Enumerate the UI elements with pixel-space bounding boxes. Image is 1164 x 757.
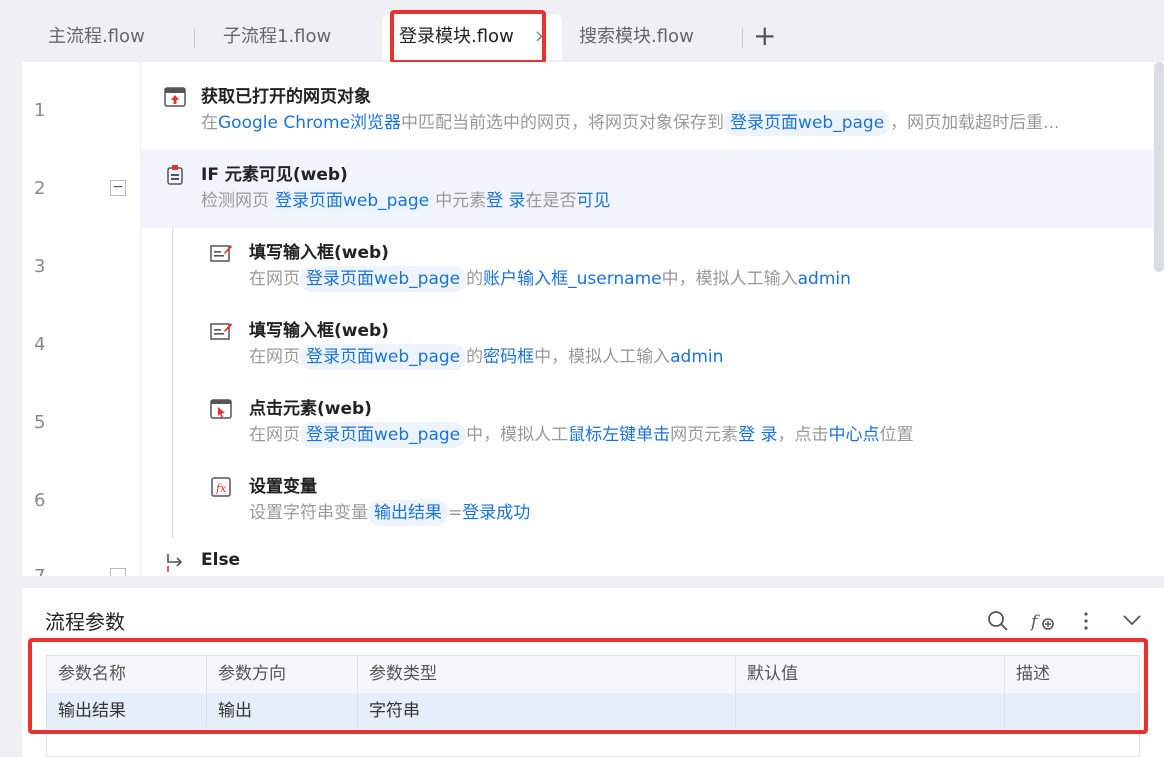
tab-label: 主流程.flow: [48, 26, 145, 47]
search-icon[interactable]: [987, 610, 1009, 632]
editor-scrollbar[interactable]: [1154, 62, 1164, 272]
param-default-cell[interactable]: [736, 693, 1005, 729]
variable-chip[interactable]: 输出结果: [368, 500, 448, 526]
column-header[interactable]: 参数方向: [207, 656, 358, 693]
step-click-element[interactable]: 点击元素(web) 在网页 登录页面web_page 中，模拟人工鼠标左键单击网页元…: [140, 384, 1164, 462]
step-title: 设置变量: [249, 477, 317, 497]
step-fill-input-password[interactable]: 填写输入框(web) 在网页 登录页面web_page 的密码框中，模拟人工输入ad…: [140, 306, 1164, 384]
line-number: 7: [34, 566, 64, 576]
tab-subflow-1[interactable]: 子流程1.flow: [197, 14, 382, 60]
column-header[interactable]: 描述: [1005, 656, 1139, 693]
function-add-icon[interactable]: f: [1030, 610, 1056, 632]
line-number: 2: [34, 178, 46, 199]
step-description: 在网页 登录页面web_page 的账户输入框_username中，模拟人工输入ad…: [249, 264, 851, 292]
step-description: 在网页 登录页面web_page 的密码框中，模拟人工输入admin: [249, 342, 723, 370]
add-tab-button[interactable]: +: [753, 20, 776, 52]
step-title: 点击元素(web): [249, 399, 372, 419]
tab-main-flow[interactable]: 主流程.flow: [20, 14, 195, 60]
else-branch-icon: [167, 554, 183, 572]
edit-input-icon: [210, 323, 232, 340]
line-number: 5: [34, 412, 46, 433]
tab-label: 子流程1.flow: [223, 26, 332, 47]
table-row[interactable]: 输出结果 输出 字符串: [47, 693, 1139, 729]
svg-text:fx: fx: [215, 482, 227, 495]
column-header[interactable]: 参数名称: [47, 656, 207, 693]
table-header: 参数名称 参数方向 参数类型 默认值 描述: [47, 656, 1139, 694]
step-get-webpage[interactable]: 获取已打开的网页对象 在Google Chrome浏览器中匹配当前选中的网页，将…: [140, 72, 1164, 150]
variable-chip[interactable]: 登录页面web_page: [300, 344, 467, 370]
variable-chip[interactable]: 登录页面web_page: [300, 266, 467, 292]
param-direction-cell[interactable]: 输出: [207, 693, 358, 729]
condition-icon: [167, 165, 183, 185]
column-header[interactable]: 参数类型: [358, 656, 736, 693]
line-number: 6: [34, 490, 46, 511]
variable-chip[interactable]: 登录页面web_page: [300, 422, 467, 448]
step-else[interactable]: Else: [140, 540, 1164, 576]
step-title: IF 元素可见(web): [201, 165, 348, 185]
step-if-element-visible[interactable]: IF 元素可见(web) 检测网页 登录页面web_page 中元素登 录在是否可见: [140, 150, 1164, 228]
edit-input-icon: [210, 245, 232, 262]
line-number: 4: [34, 334, 46, 355]
line-number: 1: [34, 100, 46, 121]
tab-label: 登录模块.flow: [399, 26, 514, 47]
param-type-cell[interactable]: 字符串: [358, 693, 736, 729]
function-icon: fx: [211, 477, 231, 497]
step-title: 填写输入框(web): [249, 243, 389, 263]
step-set-variable[interactable]: fx 设置变量 设置字符串变量 输出结果 =登录成功: [140, 462, 1164, 540]
param-name-cell[interactable]: 输出结果: [47, 693, 207, 729]
step-fill-input-username[interactable]: 填写输入框(web) 在网页 登录页面web_page 的账户输入框_usernam…: [140, 228, 1164, 306]
variable-chip[interactable]: 登录页面web_page: [724, 110, 891, 136]
more-icon[interactable]: [1080, 610, 1092, 632]
step-title: 填写输入框(web): [249, 321, 389, 341]
variable-chip[interactable]: 登录页面web_page: [269, 188, 436, 214]
tab-separator: [742, 28, 743, 48]
step-description: 检测网页 登录页面web_page 中元素登 录在是否可见: [201, 186, 611, 214]
step-description: 在网页 登录页面web_page 中，模拟人工鼠标左键单击网页元素登 录，点击中心点…: [249, 420, 914, 448]
step-title: Else: [201, 550, 241, 570]
close-icon[interactable]: ×: [534, 14, 549, 60]
step-description: 设置字符串变量 输出结果 =登录成功: [249, 498, 530, 526]
tab-separator: [194, 28, 195, 48]
column-header[interactable]: 默认值: [736, 656, 1005, 693]
flow-editor: 1 2 − 3 4 5 6 7 获取已打开的网页对象 在Google Chrom…: [22, 62, 1164, 576]
param-description-cell[interactable]: [1005, 693, 1139, 729]
browser-icon: [164, 87, 186, 107]
line-number: 3: [34, 256, 46, 277]
tab-bar: 主流程.flow 子流程1.flow 登录模块.flow × 搜索模块.flow…: [0, 0, 1164, 62]
panel-title: 流程参数: [45, 610, 125, 634]
flow-params-panel: 流程参数 f 参数名称 参数方向 参数类型 默认值 描述 输出结果 输出 字符串: [22, 588, 1164, 757]
svg-text:f: f: [1030, 612, 1040, 632]
tab-search-module[interactable]: 搜索模块.flow: [563, 14, 743, 60]
tab-label: 搜索模块.flow: [579, 26, 694, 47]
step-title: 获取已打开的网页对象: [201, 87, 371, 107]
params-table: 参数名称 参数方向 参数类型 默认值 描述 输出结果 输出 字符串: [46, 655, 1140, 757]
collapse-icon[interactable]: −: [110, 180, 126, 196]
chevron-down-icon[interactable]: [1122, 612, 1142, 628]
step-description: 在Google Chrome浏览器中匹配当前选中的网页，将网页对象保存到 登录页面…: [201, 108, 1059, 136]
collapse-icon[interactable]: [110, 568, 126, 576]
click-element-icon: [210, 399, 232, 419]
line-gutter: 1 2 − 3 4 5 6 7: [22, 62, 141, 576]
tab-login-module[interactable]: 登录模块.flow ×: [382, 14, 562, 60]
